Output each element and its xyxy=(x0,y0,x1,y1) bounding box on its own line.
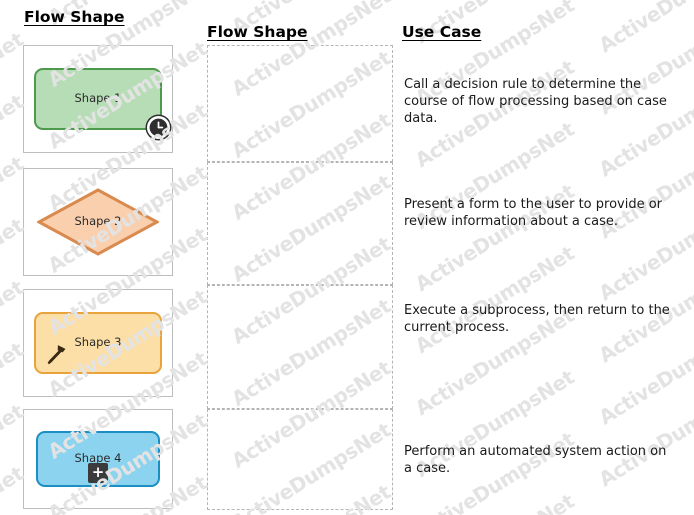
source-shape-cell-3[interactable]: Shape 3 xyxy=(23,289,173,397)
column-header-flow-shape-source: Flow Shape xyxy=(24,8,125,26)
drop-target-2[interactable] xyxy=(207,162,393,285)
watermark-text: ActiveDumpsNet xyxy=(594,0,694,57)
use-case-text-2: Present a form to the user to provide or… xyxy=(404,197,663,229)
source-shape-cell-2[interactable]: Shape 2 xyxy=(23,168,173,276)
drop-target-4[interactable] xyxy=(207,409,393,510)
drop-target-3[interactable] xyxy=(207,285,393,409)
shape-label-3: Shape 3 xyxy=(74,335,122,350)
flow-shape-3[interactable]: Shape 3 xyxy=(34,312,162,374)
shape-container-2: Shape 2 xyxy=(24,169,172,275)
flow-shape-1[interactable]: Shape 1 xyxy=(34,68,172,141)
drop-target-1[interactable] xyxy=(207,45,393,162)
diamond-icon xyxy=(37,188,159,256)
shape-container-1: Shape 1 xyxy=(24,46,172,152)
use-case-text-3: Execute a subprocess, then return to the… xyxy=(404,303,670,335)
shape-container-3: Shape 3 xyxy=(24,290,172,396)
source-shape-cell-1[interactable]: Shape 1 xyxy=(23,45,173,153)
watermark-text: ActiveDumpsNet xyxy=(411,489,579,515)
flow-shape-2[interactable]: Shape 2 xyxy=(37,188,159,256)
column-header-use-case: Use Case xyxy=(402,23,482,41)
use-case-text-4: Perform an automated system action on a … xyxy=(404,444,667,476)
use-case-text-1: Call a decision rule to determine the co… xyxy=(404,77,667,126)
column-header-flow-shape-target: Flow Shape xyxy=(207,23,308,41)
shape-container-4: Shape 4 + xyxy=(24,410,172,508)
plus-glyph: + xyxy=(91,462,105,481)
page-root: Flow Shape Flow Shape Use Case Shape 1 S… xyxy=(0,0,694,515)
flow-shape-4[interactable]: Shape 4 + xyxy=(36,431,160,487)
plus-icon: + xyxy=(88,463,108,483)
watermark-text: ActiveDumpsNet xyxy=(410,241,579,359)
shape-label-1: Shape 1 xyxy=(74,91,122,106)
source-shape-cell-4[interactable]: Shape 4 + xyxy=(23,409,173,509)
clock-icon xyxy=(145,114,172,141)
hammer-icon xyxy=(45,344,67,366)
